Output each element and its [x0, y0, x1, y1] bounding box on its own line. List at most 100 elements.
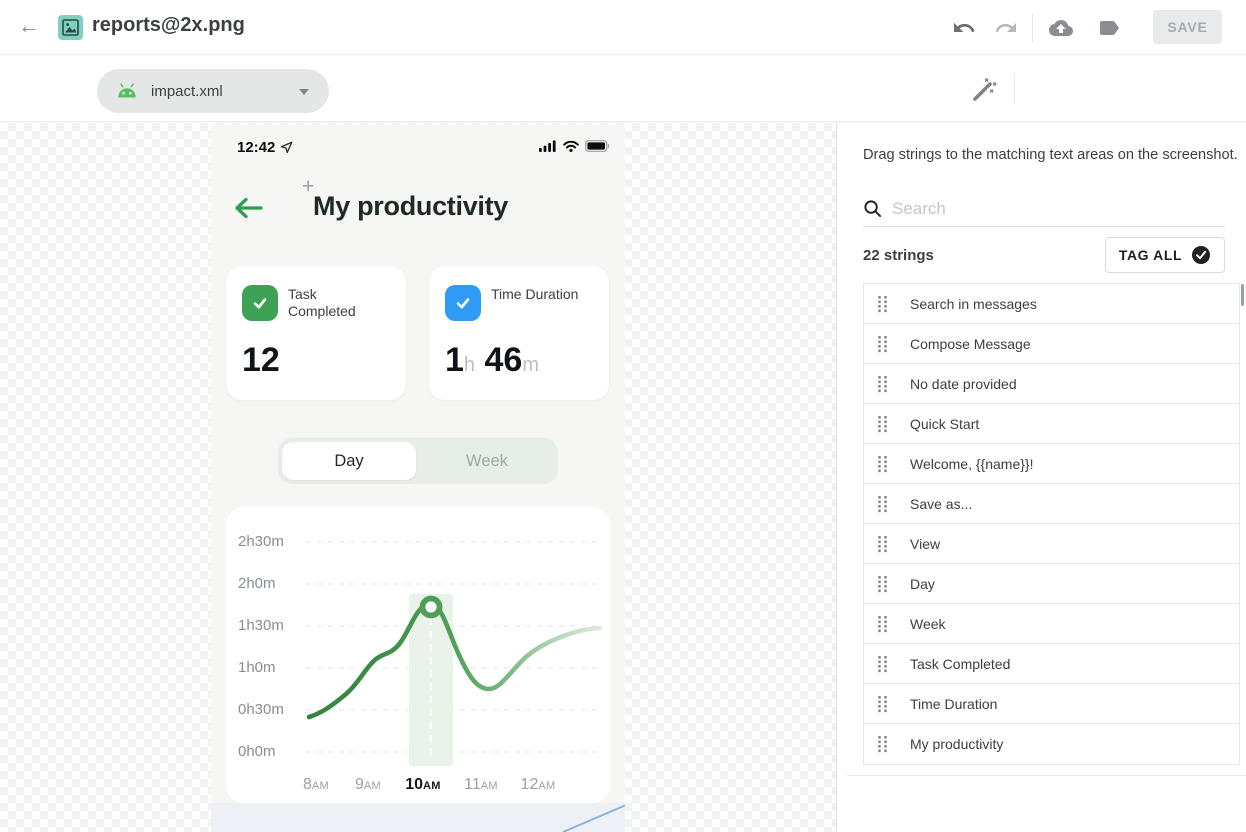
string-row[interactable]: Task Completed [864, 644, 1239, 684]
search-icon [863, 199, 882, 218]
string-label: No date provided [910, 376, 1017, 392]
drag-handle-icon[interactable] [877, 695, 888, 713]
filterbar-divider [1014, 74, 1015, 104]
string-label: Save as... [910, 496, 972, 512]
string-list: Search in messages Compose Message No da… [863, 283, 1240, 765]
chart-marker [423, 599, 440, 616]
drag-handle-icon[interactable] [877, 495, 888, 513]
next-section-preview [211, 803, 625, 832]
green-check-icon [242, 285, 278, 321]
y-tick: 2h30m [238, 533, 290, 550]
card-value: 12 [242, 341, 280, 380]
selected-file-label: impact.xml [151, 83, 223, 100]
y-tick: 1h0m [238, 659, 290, 676]
signal-icon [539, 140, 557, 152]
day-week-toggle: Day Week [278, 438, 558, 484]
panel-divider [847, 775, 1246, 776]
undo-icon[interactable] [952, 16, 976, 40]
redo-icon[interactable] [994, 16, 1018, 40]
location-arrow-icon [280, 141, 293, 154]
file-filter-dropdown[interactable]: impact.xml [97, 69, 329, 113]
y-tick: 1h30m [238, 617, 290, 634]
top-header: ← reports@2x.png SAVE [0, 0, 1246, 55]
search-field [863, 191, 1225, 227]
drag-handle-icon[interactable] [877, 295, 888, 313]
drag-handle-icon[interactable] [877, 655, 888, 673]
y-tick: 0h30m [238, 701, 290, 718]
string-label: View [910, 536, 940, 552]
search-input[interactable] [892, 199, 1225, 219]
productivity-chart: 2h30m 2h0m 1h30m 1h0m 0h30m 0h0m 8AM 9AM… [226, 507, 610, 803]
string-label: Day [910, 576, 935, 592]
status-bar-time: 12:42 [237, 139, 293, 156]
chart-line [309, 604, 600, 717]
panel-instruction: Drag strings to the matching text areas … [863, 147, 1238, 163]
check-circle-icon [1191, 245, 1211, 265]
magic-wand-icon[interactable] [970, 76, 998, 104]
task-completed-card: Task Completed 12 [226, 266, 406, 400]
toggle-week: Week [416, 438, 558, 484]
string-row[interactable]: My productivity [864, 724, 1239, 764]
string-label: Time Duration [910, 696, 997, 712]
toggle-day: Day [282, 442, 416, 480]
drag-handle-icon[interactable] [877, 335, 888, 353]
string-row[interactable]: Compose Message [864, 324, 1239, 364]
scrollbar[interactable] [1241, 284, 1244, 306]
drag-handle-icon[interactable] [877, 735, 888, 753]
phone-screenshot[interactable]: 12:42 + [211, 125, 625, 832]
filter-bar: Filter files: impact.xml ✕ STRINGS 0 [0, 56, 1246, 122]
drag-handle-icon[interactable] [877, 375, 888, 393]
string-label: Compose Message [910, 336, 1031, 352]
upload-cloud-icon[interactable] [1049, 16, 1073, 40]
chevron-down-icon [299, 89, 309, 95]
page-title: reports@2x.png [92, 14, 245, 37]
drag-handle-icon[interactable] [877, 415, 888, 433]
app-window: ← reports@2x.png SAVE Filter files: [0, 0, 1246, 832]
string-row[interactable]: Week [864, 604, 1239, 644]
toolbar-divider [1032, 13, 1033, 43]
drag-handle-icon[interactable] [877, 615, 888, 633]
screen-title: My productivity [313, 191, 508, 222]
strings-panel: Drag strings to the matching text areas … [836, 123, 1246, 832]
strings-count-label: 22 strings [863, 247, 934, 264]
x-tick-selected: 10AM [400, 776, 446, 794]
tag-all-button[interactable]: TAG ALL [1105, 237, 1225, 273]
time-duration-card: Time Duration 1h 46m [429, 266, 609, 400]
status-bar-icons [539, 140, 610, 152]
card-label: Task Completed [288, 286, 388, 320]
save-button[interactable]: SAVE [1153, 10, 1222, 44]
string-label: Search in messages [910, 296, 1037, 312]
x-tick: 12AM [515, 776, 561, 794]
string-row[interactable]: Quick Start [864, 404, 1239, 444]
string-label: Quick Start [910, 416, 979, 432]
string-label: Week [910, 616, 946, 632]
card-label: Time Duration [491, 286, 591, 303]
wifi-icon [563, 140, 579, 152]
card-value: 1h 46m [445, 341, 539, 380]
x-tick: 9AM [345, 776, 391, 794]
android-icon [115, 83, 139, 99]
tag-all-label: TAG ALL [1119, 247, 1182, 263]
string-row[interactable]: Search in messages [864, 284, 1239, 324]
string-row[interactable]: Time Duration [864, 684, 1239, 724]
drag-handle-icon[interactable] [877, 535, 888, 553]
tag-label-icon[interactable] [1097, 16, 1121, 40]
string-row[interactable]: Day [864, 564, 1239, 604]
x-tick: 11AM [458, 776, 504, 794]
drag-handle-icon[interactable] [877, 575, 888, 593]
y-tick: 0h0m [238, 743, 290, 760]
string-label: Task Completed [910, 656, 1010, 672]
battery-icon [585, 140, 610, 152]
string-label: My productivity [910, 736, 1003, 752]
y-tick: 2h0m [238, 575, 290, 592]
string-row[interactable]: No date provided [864, 364, 1239, 404]
string-row[interactable]: Save as... [864, 484, 1239, 524]
back-icon[interactable]: ← [18, 13, 40, 39]
x-tick: 8AM [293, 776, 339, 794]
blue-check-icon [445, 285, 481, 321]
drag-handle-icon[interactable] [877, 455, 888, 473]
screen-back-arrow-icon [232, 196, 264, 220]
string-row[interactable]: Welcome, {{name}}! [864, 444, 1239, 484]
string-row[interactable]: View [864, 524, 1239, 564]
image-file-icon [58, 15, 83, 40]
